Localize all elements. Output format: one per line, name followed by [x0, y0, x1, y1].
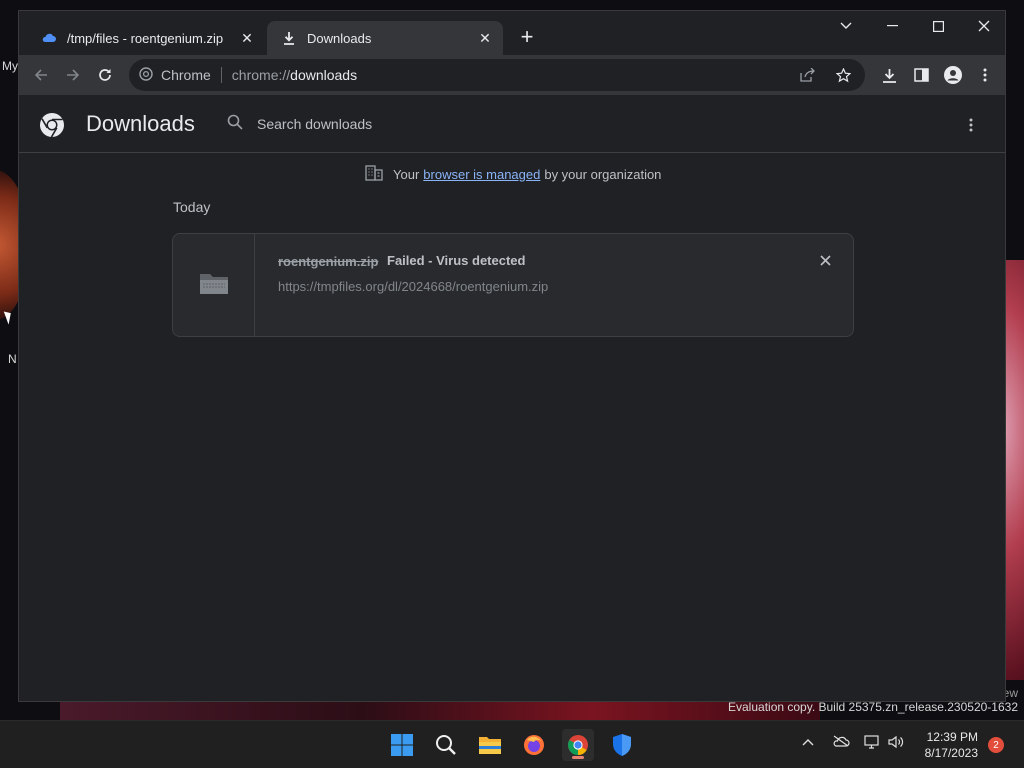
download-status: Failed - Virus detected [387, 253, 526, 268]
clock-date: 8/17/2023 [924, 746, 978, 760]
download-filename[interactable]: roentgenium.zip [278, 254, 378, 269]
managed-notice: Your browser is managed by your organiza… [365, 165, 661, 184]
site-chip[interactable]: Chrome [161, 67, 222, 83]
start-icon[interactable] [386, 729, 418, 761]
search-icon [227, 114, 243, 135]
tab-search-chevron-icon[interactable] [823, 11, 869, 41]
page-title: Downloads [86, 111, 195, 136]
active-app-indicator [572, 756, 584, 759]
tab-downloads[interactable]: Downloads ✕ [267, 21, 503, 55]
search-input[interactable] [257, 116, 857, 132]
bookmark-star-icon[interactable] [827, 59, 859, 91]
close-tab-icon[interactable]: ✕ [239, 30, 255, 46]
defender-icon[interactable] [606, 729, 638, 761]
desktop-icon-label[interactable]: N [8, 352, 17, 366]
managed-text-suffix: by your organization [544, 167, 662, 182]
remove-from-list-icon[interactable] [815, 250, 835, 270]
reload-button[interactable] [89, 59, 121, 91]
onedrive-offline-icon[interactable] [832, 735, 850, 750]
download-item: roentgenium.zip Failed - Virus detected … [172, 233, 854, 337]
maximize-button[interactable] [915, 11, 961, 41]
evaluation-watermark: ew Evaluation copy. Build 25375.zn_relea… [728, 686, 1018, 714]
mouse-cursor [3, 309, 15, 325]
zip-file-icon [199, 271, 229, 300]
url-text[interactable]: chrome://downloads [232, 67, 357, 83]
close-tab-icon[interactable]: ✕ [477, 30, 493, 46]
tab-title: Downloads [307, 30, 372, 46]
watermark-line: Evaluation copy. Build 25375.zn_release.… [728, 700, 1018, 714]
file-explorer-icon[interactable] [474, 729, 506, 761]
profile-avatar-icon[interactable] [937, 59, 969, 91]
show-hidden-icons-chevron-icon[interactable] [802, 735, 814, 749]
more-actions-icon[interactable] [959, 113, 983, 137]
forward-button[interactable] [57, 59, 89, 91]
tab-tmpfiles[interactable]: /tmp/files - roentgenium.zip ✕ [27, 21, 265, 55]
side-panel-icon[interactable] [905, 59, 937, 91]
file-type-area [173, 234, 255, 336]
url-scheme: chrome:// [231, 67, 291, 83]
search-icon[interactable] [430, 729, 462, 761]
chrome-icon[interactable] [562, 729, 594, 761]
browser-toolbar: Chrome chrome://downloads [19, 55, 1005, 95]
chrome-window: /tmp/files - roentgenium.zip ✕ Downloads… [18, 10, 1006, 702]
notification-badge[interactable]: 2 [988, 737, 1004, 753]
building-icon [365, 165, 383, 184]
chrome-logo-icon [39, 112, 65, 138]
search-box[interactable] [215, 106, 891, 142]
volume-icon[interactable] [888, 735, 904, 752]
date-section-label: Today [173, 199, 211, 215]
new-tab-button[interactable]: + [515, 25, 539, 49]
managed-text-prefix: Your [393, 167, 420, 182]
share-icon[interactable] [791, 59, 823, 91]
download-icon [281, 30, 297, 46]
chrome-menu-icon[interactable] [969, 59, 1001, 91]
url-path: downloads [290, 67, 358, 83]
download-source-url[interactable]: https://tmpfiles.org/dl/2024668/roentgen… [278, 279, 548, 294]
close-window-button[interactable] [961, 11, 1007, 41]
minimize-button[interactable] [869, 11, 915, 41]
firefox-icon[interactable] [518, 729, 550, 761]
windows-taskbar: 12:39 PM 8/17/2023 2 [0, 720, 1024, 768]
tab-title: /tmp/files - roentgenium.zip [67, 30, 224, 46]
tab-strip: /tmp/files - roentgenium.zip ✕ Downloads… [19, 11, 1005, 55]
browser-managed-link[interactable]: browser is managed [423, 167, 540, 182]
desktop-icon-label[interactable]: My [2, 59, 18, 73]
back-button[interactable] [25, 59, 57, 91]
clock-time: 12:39 PM [926, 730, 978, 744]
cloud-icon [41, 30, 57, 46]
address-bar[interactable]: Chrome chrome://downloads [129, 59, 865, 91]
system-clock[interactable]: 12:39 PM 8/17/2023 [925, 729, 978, 761]
downloads-header: Downloads [19, 95, 1005, 153]
chrome-logo-icon [139, 66, 153, 84]
downloads-toolbar-icon[interactable] [873, 59, 905, 91]
network-icon[interactable] [864, 735, 882, 752]
wallpaper-shape-bottom [60, 700, 820, 720]
